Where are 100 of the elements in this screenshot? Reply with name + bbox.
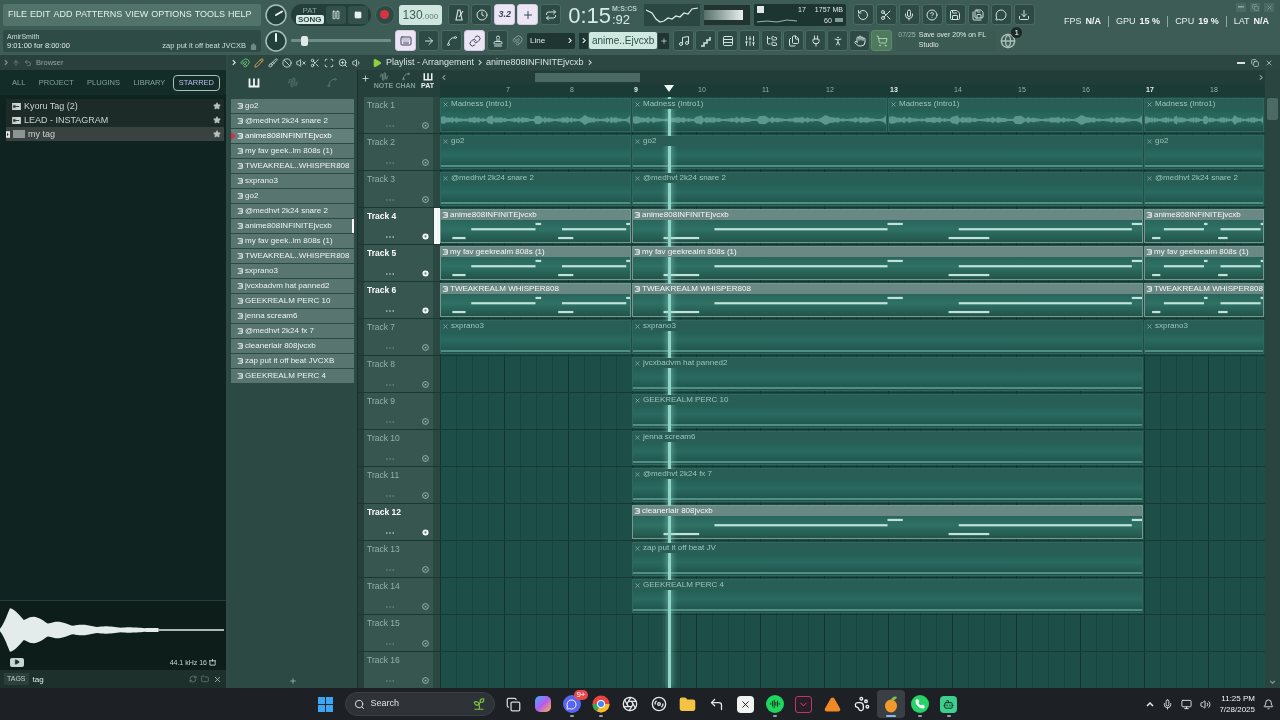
menu-item[interactable]: FILE [8, 10, 27, 19]
pattern-item[interactable]: my fav geek..lm 808s (1) [231, 234, 354, 248]
track-header[interactable]: Track 9 [364, 393, 434, 429]
arrow-toggle[interactable] [418, 30, 439, 51]
pencil-icon[interactable] [254, 57, 264, 68]
circle-dot-icon[interactable] [422, 196, 429, 203]
stop-button[interactable] [347, 5, 368, 24]
pattern-item[interactable]: zap put it off beat JVCXB [231, 354, 354, 368]
search-field[interactable]: Search [344, 692, 495, 716]
playlist-clip[interactable]: GEEKREALM PERC 10 [632, 394, 1143, 428]
track-header[interactable]: Track 12 [364, 504, 434, 540]
mic-button[interactable] [898, 4, 920, 25]
rotate-button[interactable] [852, 4, 874, 25]
browser-item[interactable]: LEAD - INSTAGRAM [6, 113, 224, 127]
scrollbar-thumb[interactable] [1267, 98, 1278, 120]
track-header[interactable]: Track 1 [364, 97, 434, 133]
pause-button[interactable] [325, 5, 346, 24]
minimize-icon[interactable] [1237, 61, 1245, 64]
music-note-button[interactable] [673, 30, 695, 51]
expand-arrow-icon[interactable] [6, 129, 10, 139]
menu-item[interactable]: VIEW [125, 10, 149, 19]
scrollbar-thumb[interactable] [535, 73, 640, 82]
playlist-clip[interactable]: go2 [440, 135, 631, 169]
add-pattern-button[interactable] [658, 32, 670, 49]
circle-dot-icon[interactable] [422, 159, 429, 166]
circle-dot-icon[interactable] [422, 233, 429, 240]
curve-toggle[interactable] [441, 30, 462, 51]
overview-scrollbar[interactable] [440, 71, 1265, 84]
circle-dot-icon[interactable] [422, 677, 429, 684]
menu-item[interactable]: HELP [228, 10, 252, 19]
playlist-clip[interactable]: @medhvt 2k24 snare 2 [1144, 172, 1264, 206]
stamp-toggle[interactable] [487, 30, 508, 51]
save-all-button[interactable] [967, 4, 989, 25]
pattern-item[interactable]: sxprano3 [231, 264, 354, 278]
pattern-item[interactable]: jvcxbadvm hat panned2 [231, 279, 354, 293]
help-button[interactable] [921, 4, 943, 25]
playlist-clip[interactable]: my fav geekrealm 808s (1) [440, 246, 631, 280]
select-icon[interactable] [324, 57, 334, 68]
circle-dot-icon[interactable] [422, 566, 429, 573]
pattern-item[interactable]: @medhvt 2k24 snare 2 [231, 204, 354, 218]
add-icon[interactable] [288, 677, 297, 685]
pattern-item[interactable]: go2 [231, 99, 354, 113]
folder-tree-button[interactable] [761, 30, 783, 51]
download-button[interactable] [1013, 4, 1035, 25]
circle-dot-icon[interactable] [422, 492, 429, 499]
metronome-toggle[interactable] [448, 4, 470, 25]
chevron-up-icon[interactable] [1146, 701, 1155, 707]
playlist-clip[interactable]: go2 [632, 135, 1143, 169]
save-button[interactable] [944, 4, 966, 25]
pattern-item[interactable]: @medhvt 2k24 snare 2 [231, 114, 354, 128]
circle-dot-icon[interactable] [422, 307, 429, 314]
playlist-clip[interactable]: @medhvt 2k24 snare 2 [632, 172, 1143, 206]
scissors-icon[interactable] [310, 57, 320, 68]
track-header[interactable]: Track 8 [364, 356, 434, 392]
play-preview-button[interactable] [10, 657, 24, 667]
pattern-item[interactable]: sxprano3 [231, 174, 354, 188]
playlist-clip[interactable]: sxprano3 [440, 320, 631, 354]
playlist-clip[interactable]: Madness (Intro1) [440, 98, 631, 132]
track-header[interactable]: Track 10 [364, 430, 434, 466]
previous-pattern-button[interactable] [579, 32, 588, 49]
playlist-clip[interactable]: sxprano3 [1144, 320, 1264, 354]
playlist-clip[interactable]: @medhvt 2k24 snare 2 [440, 172, 631, 206]
mute-icon[interactable] [296, 57, 306, 68]
circle-dot-icon[interactable] [422, 418, 429, 425]
close-icon[interactable] [1265, 58, 1273, 67]
circle-dot-icon[interactable] [422, 603, 429, 610]
minimize-button[interactable] [1236, 2, 1246, 12]
speaker-icon[interactable] [352, 57, 362, 68]
track-header[interactable]: Track 14 [364, 578, 434, 614]
volume-icon[interactable] [1200, 698, 1212, 710]
playlist-clip[interactable]: zap put it off beat JV [632, 542, 1143, 576]
tags-field[interactable]: tag [32, 672, 185, 686]
scroll-right-icon[interactable] [1259, 74, 1263, 81]
circle-dot-icon[interactable] [422, 122, 429, 129]
track-header[interactable]: Track 11 [364, 467, 434, 503]
circle-dot-icon[interactable] [422, 381, 429, 388]
star-icon[interactable] [213, 116, 221, 124]
track-header[interactable]: Track 7 [364, 319, 434, 355]
playlist-clip[interactable]: GEEKREALM PERC 4 [632, 579, 1143, 613]
playlist-clip[interactable]: jenna scream6 [632, 431, 1143, 465]
link-toggle[interactable] [464, 30, 485, 51]
track-header[interactable]: Track 16 [364, 652, 434, 688]
wait-toggle[interactable] [471, 4, 493, 25]
loop-toggle[interactable] [540, 4, 562, 25]
sliders-button[interactable] [739, 30, 761, 51]
picker-tab[interactable] [246, 76, 261, 89]
snap-dropdown[interactable]: Line [527, 32, 575, 49]
scissors-button[interactable] [875, 4, 897, 25]
mode-switch[interactable]: SONG [296, 14, 324, 24]
globe-icon[interactable] [1000, 32, 1017, 49]
hand-button[interactable] [849, 30, 871, 51]
close-icon[interactable] [213, 674, 222, 684]
circle-dot-icon[interactable] [422, 344, 429, 351]
cart-button[interactable] [871, 30, 893, 51]
taskbar-app[interactable] [876, 690, 905, 718]
playlist-clip[interactable]: TWEAKREALM WHISPER808 [1144, 283, 1264, 317]
slider-thumb[interactable] [301, 35, 308, 46]
magnet-icon[interactable] [240, 57, 250, 68]
restore-icon[interactable] [1251, 58, 1259, 67]
playlist-clip[interactable]: anime808INFINITEjvcxb [440, 209, 631, 243]
